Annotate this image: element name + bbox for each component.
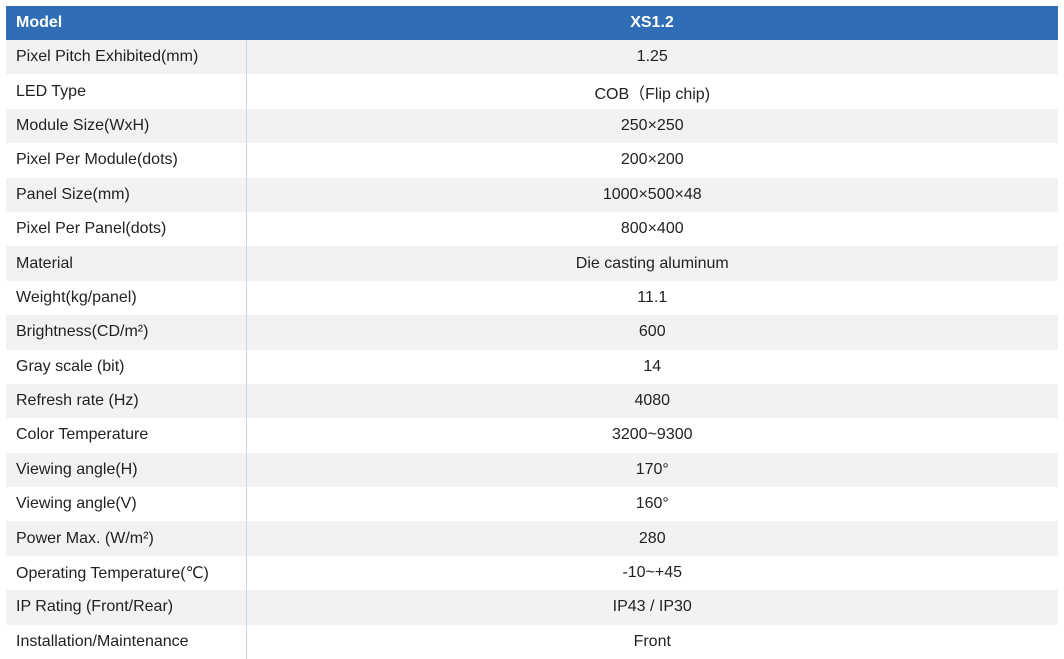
spec-value: Die casting aluminum [246,246,1058,281]
spec-table-body: Pixel Pitch Exhibited(mm) 1.25 LED Type COB… [6,40,1058,659]
spec-value: -10~+45 [246,555,1058,591]
spec-value: COB（Flip chip) [246,74,1058,109]
spec-value: 200×200 [246,143,1058,178]
table-row: LED Type COB（Flip chip) [6,74,1058,109]
spec-value: 280 [246,521,1058,556]
spec-value: 800×400 [246,211,1058,247]
spec-label: Installation/Maintenance [6,624,247,659]
table-row: Refresh rate (Hz) 4080 [6,383,1058,419]
spec-label: Panel Size(mm) [6,177,247,212]
spec-value: 250×250 [246,108,1058,144]
table-row: Pixel Per Module(dots) 200×200 [6,143,1058,178]
spec-label: Pixel Pitch Exhibited(mm) [6,40,247,75]
table-row: Module Size(WxH) 250×250 [6,108,1058,144]
table-row: Panel Size(mm) 1000×500×48 [6,177,1058,212]
header-row: Model XS1.2 [6,6,1058,40]
table-row: Viewing angle(H) 170° [6,452,1058,488]
spec-value: 3200~9300 [246,418,1058,453]
spec-label: Color Temperature [6,418,247,453]
table-row: Material Die casting aluminum [6,246,1058,281]
spec-label: IP Rating (Front/Rear) [6,590,247,625]
header-label-model: Model [6,6,246,40]
spec-value: Front [246,624,1058,659]
spec-label: Refresh rate (Hz) [6,383,247,419]
spec-label: Operating Temperature(℃) [6,555,247,591]
spec-table: Model XS1.2 Pixel Pitch Exhibited(mm) 1.2… [6,6,1058,659]
table-row: Pixel Pitch Exhibited(mm) 1.25 [6,40,1058,75]
spec-value: 4080 [246,383,1058,419]
table-row: Weight(kg/panel) 11.1 [6,280,1058,316]
spec-label: Material [6,246,247,281]
spec-value: 600 [246,315,1058,350]
header-value-model: XS1.2 [246,6,1058,40]
spec-label: Viewing angle(H) [6,452,247,488]
spec-label: Weight(kg/panel) [6,280,247,316]
spec-value: 1000×500×48 [246,177,1058,212]
spec-value: 170° [246,452,1058,488]
spec-label: Module Size(WxH) [6,108,247,144]
spec-label: Viewing angle(V) [6,487,247,522]
spec-label: Brightness(CD/m²) [6,315,247,350]
spec-value: 14 [246,349,1058,384]
table-row: Color Temperature 3200~9300 [6,418,1058,453]
table-row: Power Max. (W/m²) 280 [6,521,1058,556]
table-row: IP Rating (Front/Rear) IP43 / IP30 [6,590,1058,625]
table-row: Installation/Maintenance Front [6,624,1058,659]
table-row: Gray scale (bit) 14 [6,349,1058,384]
spec-label: LED Type [6,74,247,109]
spec-value: 160° [246,487,1058,522]
spec-label: Power Max. (W/m²) [6,521,247,556]
table-row: Viewing angle(V) 160° [6,487,1058,522]
spec-label: Pixel Per Module(dots) [6,143,247,178]
spec-label: Gray scale (bit) [6,349,247,384]
table-row: Brightness(CD/m²) 600 [6,315,1058,350]
spec-value: IP43 / IP30 [246,590,1058,625]
table-row: Pixel Per Panel(dots) 800×400 [6,211,1058,247]
spec-value: 11.1 [246,280,1058,316]
table-row: Operating Temperature(℃) -10~+45 [6,555,1058,591]
spec-value: 1.25 [246,40,1058,75]
spec-label: Pixel Per Panel(dots) [6,211,247,247]
spec-table-header: Model XS1.2 [6,6,1058,40]
